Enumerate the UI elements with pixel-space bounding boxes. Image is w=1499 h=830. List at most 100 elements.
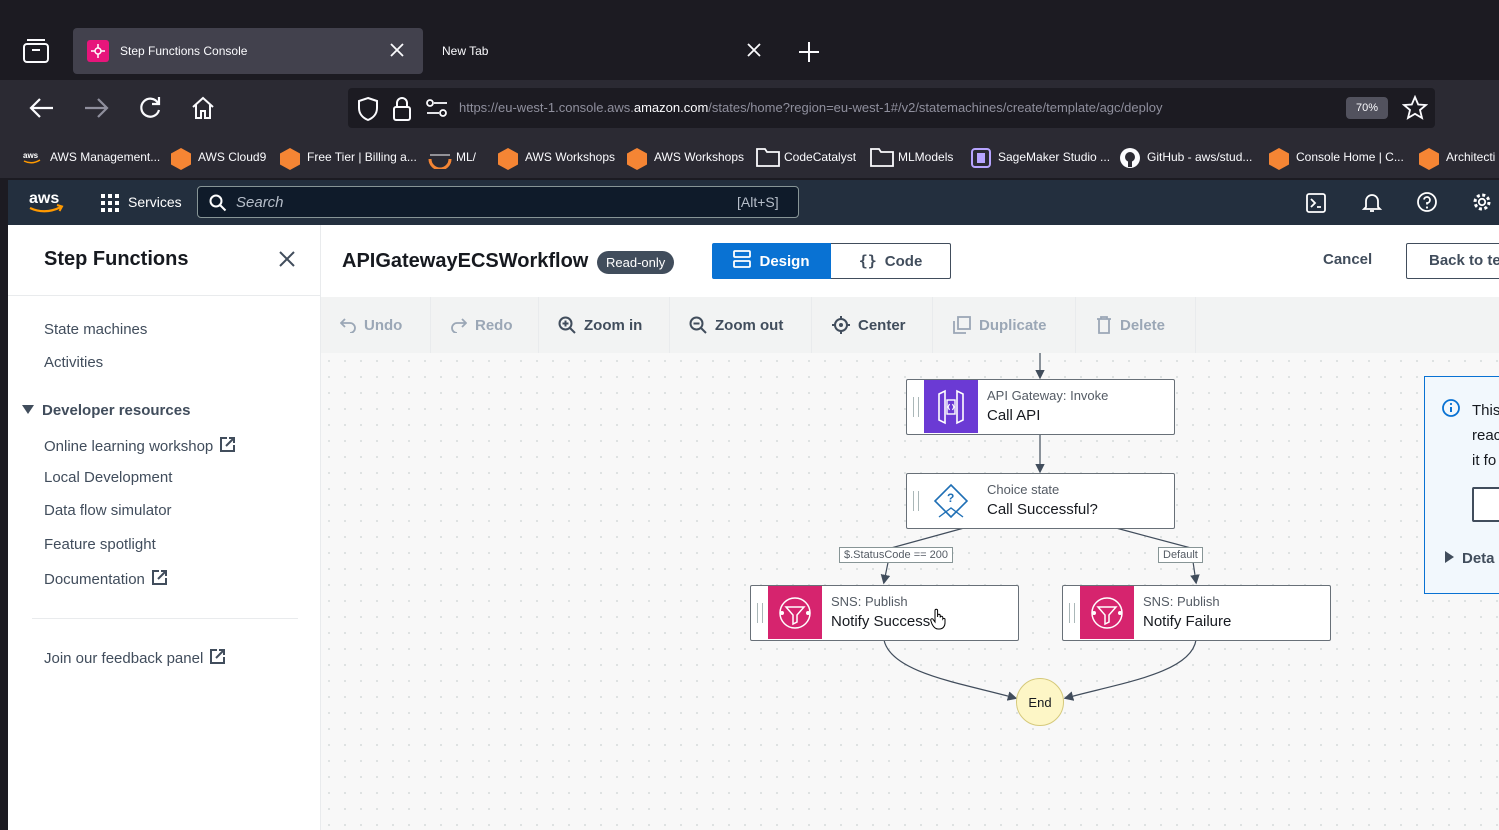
svg-text:aws: aws xyxy=(29,190,59,207)
new-tab-plus-icon[interactable] xyxy=(797,40,821,69)
permissions-icon[interactable] xyxy=(425,99,449,122)
sidebar-title: Step Functions xyxy=(44,248,189,270)
toolbar-separator xyxy=(430,297,431,353)
services-menu[interactable]: Services xyxy=(128,194,182,210)
tab-step-functions[interactable]: Step Functions Console xyxy=(73,28,423,74)
state-call-successful[interactable]: ? Choice state Call Successful? xyxy=(906,473,1175,529)
button-label: Redo xyxy=(475,316,513,334)
tracking-shield-icon[interactable] xyxy=(356,96,380,127)
sidebar-item-activities[interactable]: Activities xyxy=(44,354,103,371)
info-action-button[interactable] xyxy=(1472,487,1499,522)
drag-handle[interactable] xyxy=(913,397,919,417)
details-label: Deta xyxy=(1462,550,1495,567)
bookmark-item[interactable]: AWS Workshops xyxy=(497,144,615,170)
aws-logo-icon[interactable]: aws xyxy=(28,188,64,221)
state-notify-success[interactable]: SNS: Publish Notify Success xyxy=(750,585,1019,641)
notifications-bell-icon[interactable] xyxy=(1361,191,1383,218)
bookmark-item[interactable]: GitHub - aws/stud... xyxy=(1119,144,1252,170)
close-tab-icon[interactable] xyxy=(387,40,407,60)
info-text: This reac it fo xyxy=(1472,398,1499,473)
workflow-canvas[interactable]: $.StatusCode == 200 Default API Gateway:… xyxy=(321,353,1499,830)
duplicate-button[interactable]: Duplicate xyxy=(953,297,1047,353)
settings-gear-icon[interactable] xyxy=(1471,191,1493,218)
info-line: it fo xyxy=(1472,452,1497,469)
bookmark-item[interactable]: Console Home | C... xyxy=(1268,144,1404,170)
edge-failure-to-end xyxy=(1063,639,1197,701)
lock-icon[interactable] xyxy=(391,96,413,127)
step-functions-favicon-icon xyxy=(87,40,109,62)
redo-button[interactable]: Redo xyxy=(451,297,513,353)
sidebar-item-feedback-panel[interactable]: Join our feedback panel xyxy=(44,648,226,669)
sidebar-item-local-development[interactable]: Local Development xyxy=(44,469,172,486)
sidebar-section-developer-resources[interactable]: Developer resources xyxy=(22,402,190,419)
folder-icon xyxy=(870,147,894,167)
center-button[interactable]: Center xyxy=(832,297,906,353)
tab-new-tab[interactable]: New Tab xyxy=(430,28,780,74)
delete-button[interactable]: Delete xyxy=(1096,297,1165,353)
drag-handle[interactable] xyxy=(1069,603,1075,623)
bookmark-item[interactable]: Free Tier | Billing a... xyxy=(279,144,417,170)
edge-label-status-code: $.StatusCode == 200 xyxy=(839,547,953,563)
button-label: Zoom in xyxy=(584,316,643,334)
sidebar-divider xyxy=(32,618,298,619)
undo-button[interactable]: Undo xyxy=(340,297,402,353)
delete-icon xyxy=(1097,316,1111,334)
services-grid-icon[interactable] xyxy=(101,194,119,217)
zoom-in-button[interactable]: Zoom in xyxy=(558,297,642,353)
cloudshell-icon[interactable] xyxy=(1305,192,1327,219)
tab-code[interactable]: {} Code xyxy=(831,243,951,279)
hand-cursor-icon xyxy=(930,608,946,635)
bookmark-item[interactable]: CodeCatalyst xyxy=(756,144,856,170)
close-tab-icon[interactable] xyxy=(744,40,764,60)
aws-icon: aws xyxy=(22,147,42,167)
bookmark-star-icon[interactable] xyxy=(1401,94,1429,126)
sidebar-item-online-learning-workshop[interactable]: Online learning workshop xyxy=(44,436,236,457)
state-notify-failure[interactable]: SNS: Publish Notify Failure xyxy=(1062,585,1331,641)
external-link-icon xyxy=(209,648,226,669)
end-state[interactable]: End xyxy=(1016,678,1064,726)
back-arrow-icon[interactable] xyxy=(26,92,58,124)
sidebar-item-state-machines[interactable]: State machines xyxy=(44,321,147,338)
address-bar[interactable]: https://eu-west-1.console.aws.amazon.com… xyxy=(348,88,1435,128)
read-only-badge: Read-only xyxy=(597,251,675,274)
sns-icon xyxy=(1080,586,1134,639)
toolbar-separator xyxy=(1075,297,1076,353)
help-icon[interactable] xyxy=(1416,191,1438,218)
bookmark-item[interactable]: SageMaker Studio ... xyxy=(970,144,1110,170)
url-text[interactable]: https://eu-west-1.console.aws.amazon.com… xyxy=(459,100,1162,115)
bookmark-item[interactable]: MLModels xyxy=(870,144,953,170)
sidebar-item-data-flow-simulator[interactable]: Data flow simulator xyxy=(44,502,172,519)
tab-overview-icon[interactable] xyxy=(22,38,50,69)
bookmark-label: ML/ xyxy=(456,150,477,164)
bookmark-item[interactable]: ML/ xyxy=(428,144,477,171)
bookmark-item[interactable]: Architecti xyxy=(1418,144,1495,170)
bookmark-label: Architecti xyxy=(1446,150,1496,164)
external-link-icon xyxy=(219,436,236,457)
bookmark-item[interactable]: AWS Workshops xyxy=(626,144,744,170)
reload-icon[interactable] xyxy=(134,92,166,124)
sidebar-item-feature-spotlight[interactable]: Feature spotlight xyxy=(44,536,156,553)
bookmark-item[interactable]: AWS Cloud9 xyxy=(170,144,266,170)
home-icon[interactable] xyxy=(187,92,219,124)
state-call-api[interactable]: API Gateway: Invoke Call API xyxy=(906,379,1175,435)
drag-handle[interactable] xyxy=(913,491,919,511)
forward-arrow-icon[interactable] xyxy=(80,92,112,124)
back-to-template-button[interactable]: Back to te xyxy=(1406,243,1499,279)
browser-tab-bar: Step Functions Console New Tab xyxy=(0,0,1499,80)
close-sidebar-icon[interactable] xyxy=(278,250,296,273)
zoom-level-badge[interactable]: 70% xyxy=(1346,97,1388,119)
sidebar-item-documentation[interactable]: Documentation xyxy=(44,569,168,590)
bookmark-label: Console Home | C... xyxy=(1296,150,1404,164)
drag-handle[interactable] xyxy=(757,603,763,623)
tab-design[interactable]: Design xyxy=(712,243,831,279)
tab-label: New Tab xyxy=(442,44,489,58)
search-icon xyxy=(209,194,227,217)
search-input[interactable]: Search [Alt+S] xyxy=(197,186,799,218)
zoom-out-button[interactable]: Zoom out xyxy=(689,297,783,353)
cancel-button[interactable]: Cancel xyxy=(1323,251,1372,268)
bookmark-item[interactable]: aws AWS Management... xyxy=(22,144,160,170)
folder-icon xyxy=(756,147,780,167)
details-expander[interactable]: Deta xyxy=(1445,550,1495,567)
info-line: This xyxy=(1472,402,1499,419)
link-label: Online learning workshop xyxy=(44,438,214,455)
